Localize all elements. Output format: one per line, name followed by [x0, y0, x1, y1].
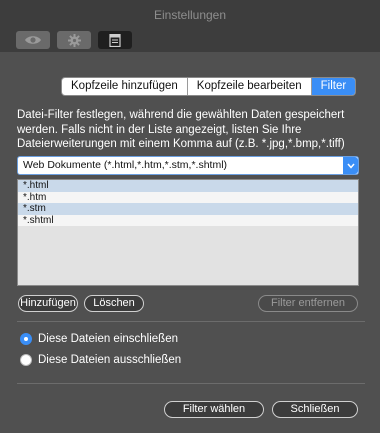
radio-unselected-icon: [20, 354, 32, 366]
exclude-files-radio[interactable]: Diese Dateien ausschließen: [20, 354, 181, 366]
toolbar-button-document[interactable]: [98, 31, 132, 49]
delete-button[interactable]: Löschen: [84, 295, 144, 312]
add-button[interactable]: Hinzufügen: [18, 295, 78, 312]
tab-edit-header[interactable]: Kopfzeile bearbeiten: [188, 78, 312, 95]
remove-filter-button[interactable]: Filter entfernen: [258, 295, 358, 312]
extension-list[interactable]: *.html *.htm *.stm *.shtml: [17, 179, 359, 286]
filter-type-value: Web Dokumente (*.html,*.htm,*.stm,*.shtm…: [23, 159, 228, 171]
eye-icon: [24, 34, 42, 46]
tab-segmented-control: Kopfzeile hinzufügen Kopfzeile bearbeite…: [61, 77, 357, 96]
list-item[interactable]: *.shtml: [18, 214, 358, 226]
divider: [17, 321, 365, 322]
radio-selected-icon: [20, 333, 32, 345]
list-item[interactable]: *.htm: [18, 191, 358, 203]
chevron-down-icon[interactable]: [343, 157, 358, 174]
close-button[interactable]: Schließen: [272, 401, 358, 418]
filter-type-select[interactable]: Web Dokumente (*.html,*.htm,*.stm,*.shtm…: [17, 156, 359, 175]
include-files-label: Diese Dateien einschließen: [38, 333, 178, 345]
gear-icon: [67, 33, 81, 47]
filter-description: Datei-Filter festlegen, während die gewä…: [17, 109, 345, 150]
choose-filter-button[interactable]: Filter wählen: [164, 401, 264, 418]
include-files-radio[interactable]: Diese Dateien einschließen: [20, 333, 178, 345]
settings-window: Einstellungen Kopfzeile hinzufügen Kopfz…: [0, 0, 380, 433]
toolbar-button-settings[interactable]: [57, 31, 91, 49]
list-item[interactable]: *.html: [18, 180, 358, 192]
title-bar: Einstellungen: [0, 0, 380, 52]
list-item[interactable]: *.stm: [18, 203, 358, 215]
window-title: Einstellungen: [153, 8, 227, 22]
tab-add-header[interactable]: Kopfzeile hinzufügen: [62, 78, 188, 95]
divider: [17, 383, 365, 384]
exclude-files-label: Diese Dateien ausschließen: [38, 354, 182, 366]
document-icon: [109, 33, 121, 47]
toolbar-button-view[interactable]: [16, 31, 50, 49]
tab-filter[interactable]: Filter: [311, 78, 356, 95]
